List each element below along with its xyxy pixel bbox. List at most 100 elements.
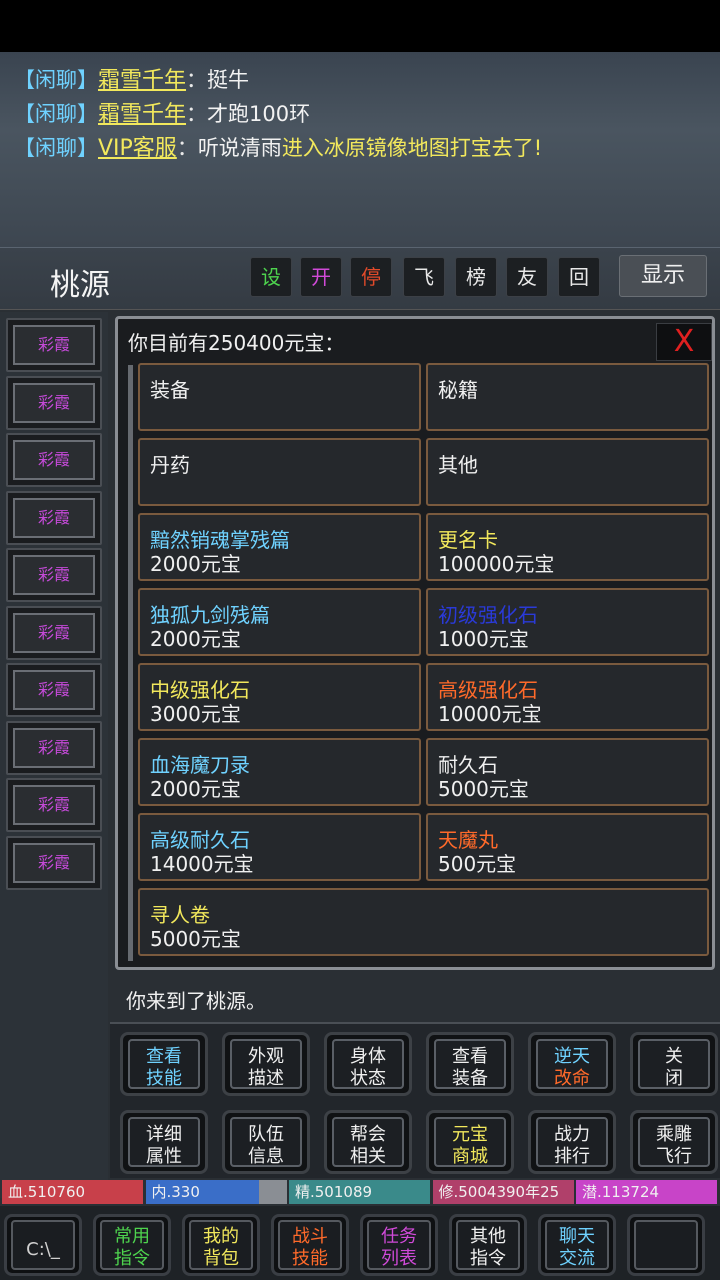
shop-item[interactable]: 更名卡 100000元宝 — [426, 513, 709, 581]
command-label: 逆天 改命 — [536, 1039, 608, 1089]
dock-label: 战斗 技能 — [278, 1220, 342, 1270]
command-line-2: 飞行 — [656, 1146, 692, 1167]
logo-button[interactable] — [627, 1214, 705, 1276]
dock-label: 其他 指令 — [456, 1220, 520, 1270]
chat-message: 听说清雨 — [197, 136, 282, 160]
npc-button[interactable]: 彩霞 — [6, 721, 102, 775]
command-button[interactable]: 帮会 相关 — [324, 1110, 412, 1174]
npc-button[interactable]: 彩霞 — [6, 778, 102, 832]
shop-item[interactable]: 丹药 — [138, 438, 421, 506]
npc-label: 彩霞 — [13, 728, 95, 768]
stat-bar: 内.330 — [145, 1180, 287, 1204]
npc-button[interactable]: 彩霞 — [6, 606, 102, 660]
dock-button[interactable]: 我的 背包 — [182, 1214, 260, 1276]
game-log: 你来到了桃源。 — [126, 989, 266, 1013]
stat-bar: 修.5004390年25 — [432, 1180, 574, 1204]
dock-button[interactable]: 常用 指令 — [93, 1214, 171, 1276]
chat-user-link[interactable]: 霜雪千年 — [98, 68, 186, 93]
dock-line-1: 聊天 — [559, 1226, 595, 1247]
command-button[interactable]: 队伍 信息 — [222, 1110, 310, 1174]
start-button[interactable]: 开 — [300, 257, 342, 297]
location-bar: 桃源 设 开 停 飞 榜 友 回 显示 — [0, 248, 720, 310]
shop-item[interactable]: 高级强化石 10000元宝 — [426, 663, 709, 731]
npc-button[interactable]: 彩霞 — [6, 663, 102, 717]
npc-button[interactable]: 彩霞 — [6, 376, 102, 430]
npc-button[interactable]: 彩霞 — [6, 491, 102, 545]
dock-line-1: C:\_ — [26, 1239, 60, 1260]
chat-separator: ： — [186, 102, 208, 126]
command-button[interactable]: 查看 装备 — [426, 1032, 514, 1096]
shop-item[interactable]: 寻人卷 5000元宝 — [138, 888, 709, 956]
shop-item[interactable]: 独孤九剑残篇 2000元宝 — [138, 588, 421, 656]
dock-label: 聊天 交流 — [545, 1220, 609, 1270]
friends-button[interactable]: 友 — [506, 257, 548, 297]
show-button[interactable]: 显示 — [619, 255, 707, 297]
command-button[interactable]: 关闭 — [630, 1032, 718, 1096]
chat-highlight: 进入冰原镜像地图打宝去了! — [281, 136, 543, 160]
dock-button[interactable]: 战斗 技能 — [271, 1214, 349, 1276]
chat-message: 才跑100环 — [207, 102, 311, 126]
chat-user-link[interactable]: 霜雪千年 — [98, 102, 186, 127]
item-price: 2000元宝 — [150, 627, 241, 651]
command-line-2: 相关 — [350, 1146, 386, 1167]
npc-list: 彩霞 彩霞 彩霞 彩霞 彩霞 彩霞 彩霞 彩霞 彩霞 彩霞 — [0, 312, 108, 1198]
shop-item[interactable]: 黯然销魂掌残篇 2000元宝 — [138, 513, 421, 581]
shop-item[interactable]: 中级强化石 3000元宝 — [138, 663, 421, 731]
npc-button[interactable]: 彩霞 — [6, 836, 102, 890]
npc-button[interactable]: 彩霞 — [6, 318, 102, 372]
settings-button[interactable]: 设 — [250, 257, 292, 297]
dock-line-2: 指令 — [470, 1248, 506, 1269]
chat-channel: 【闲聊】 — [14, 136, 98, 160]
command-panel: 查看 技能 外观 描述 身体 状态 查看 装备 逆天 改命关闭详细 属性 队伍 信息 帮会 相关 元宝 商城 战力… — [110, 1022, 720, 1178]
command-button[interactable]: 详细 属性 — [120, 1110, 208, 1174]
command-button[interactable]: 乘雕 飞行 — [630, 1110, 718, 1174]
command-button[interactable]: 战力 排行 — [528, 1110, 616, 1174]
stop-button[interactable]: 停 — [350, 257, 392, 297]
command-line-2: 属性 — [146, 1146, 182, 1167]
chat-channel: 【闲聊】 — [14, 102, 98, 126]
ranking-button[interactable]: 榜 — [455, 257, 497, 297]
dock-line-2: 指令 — [114, 1248, 150, 1269]
command-button[interactable]: 逆天 改命 — [528, 1032, 616, 1096]
command-line-1: 逆天 — [554, 1046, 590, 1067]
fly-button[interactable]: 飞 — [403, 257, 445, 297]
close-button[interactable]: X — [656, 323, 712, 361]
command-line-2: 排行 — [554, 1146, 590, 1167]
npc-label: 彩霞 — [13, 670, 95, 710]
shop-item[interactable]: 血海魔刀录 2000元宝 — [138, 738, 421, 806]
close-icon: X — [673, 324, 695, 359]
chat-user-link[interactable]: VIP客服 — [98, 136, 177, 161]
shop-item[interactable]: 初级强化石 1000元宝 — [426, 588, 709, 656]
chat-separator: ： — [176, 136, 198, 160]
shop-item[interactable]: 其他 — [426, 438, 709, 506]
chat-panel[interactable]: 【闲聊】霜雪千年：挺牛 【闲聊】霜雪千年：才跑100环 【闲聊】VIP客服：听说… — [0, 52, 720, 248]
return-button[interactable]: 回 — [558, 257, 600, 297]
dock-button[interactable]: 聊天 交流 — [538, 1214, 616, 1276]
command-label: 身体 状态 — [332, 1039, 404, 1089]
command-button[interactable]: 身体 状态 — [324, 1032, 412, 1096]
shop-item[interactable]: 天魔丸 500元宝 — [426, 813, 709, 881]
dock-line-1: 战斗 — [292, 1226, 328, 1247]
scrollbar[interactable] — [128, 365, 133, 961]
command-line-1: 详细 — [146, 1124, 182, 1145]
item-name: 秘籍 — [438, 378, 478, 402]
shop-item[interactable]: 装备 — [138, 363, 421, 431]
terminal-button[interactable]: C:\_ — [4, 1214, 82, 1276]
command-line-1: 队伍 — [248, 1124, 284, 1145]
npc-button[interactable]: 彩霞 — [6, 433, 102, 487]
command-label: 查看 装备 — [434, 1039, 506, 1089]
stat-bar: 潜.113724 — [576, 1180, 717, 1204]
command-line-2: 技能 — [146, 1068, 182, 1089]
command-button[interactable]: 外观 描述 — [222, 1032, 310, 1096]
dock-button[interactable]: 任务 列表 — [360, 1214, 438, 1276]
shop-item[interactable]: 高级耐久石 14000元宝 — [138, 813, 421, 881]
command-label: 战力 排行 — [536, 1117, 608, 1167]
dock-button[interactable]: 其他 指令 — [449, 1214, 527, 1276]
command-button[interactable]: 元宝 商城 — [426, 1110, 514, 1174]
shop-item[interactable]: 秘籍 — [426, 363, 709, 431]
npc-button[interactable]: 彩霞 — [6, 548, 102, 602]
shop-item[interactable]: 耐久石 5000元宝 — [426, 738, 709, 806]
command-button[interactable]: 查看 技能 — [120, 1032, 208, 1096]
bottom-dock: C:\_ 常用 指令 我的 背包 战斗 技能 任务 列表 其他 指令 聊天 交流 — [0, 1206, 720, 1280]
item-price: 2000元宝 — [150, 552, 241, 576]
